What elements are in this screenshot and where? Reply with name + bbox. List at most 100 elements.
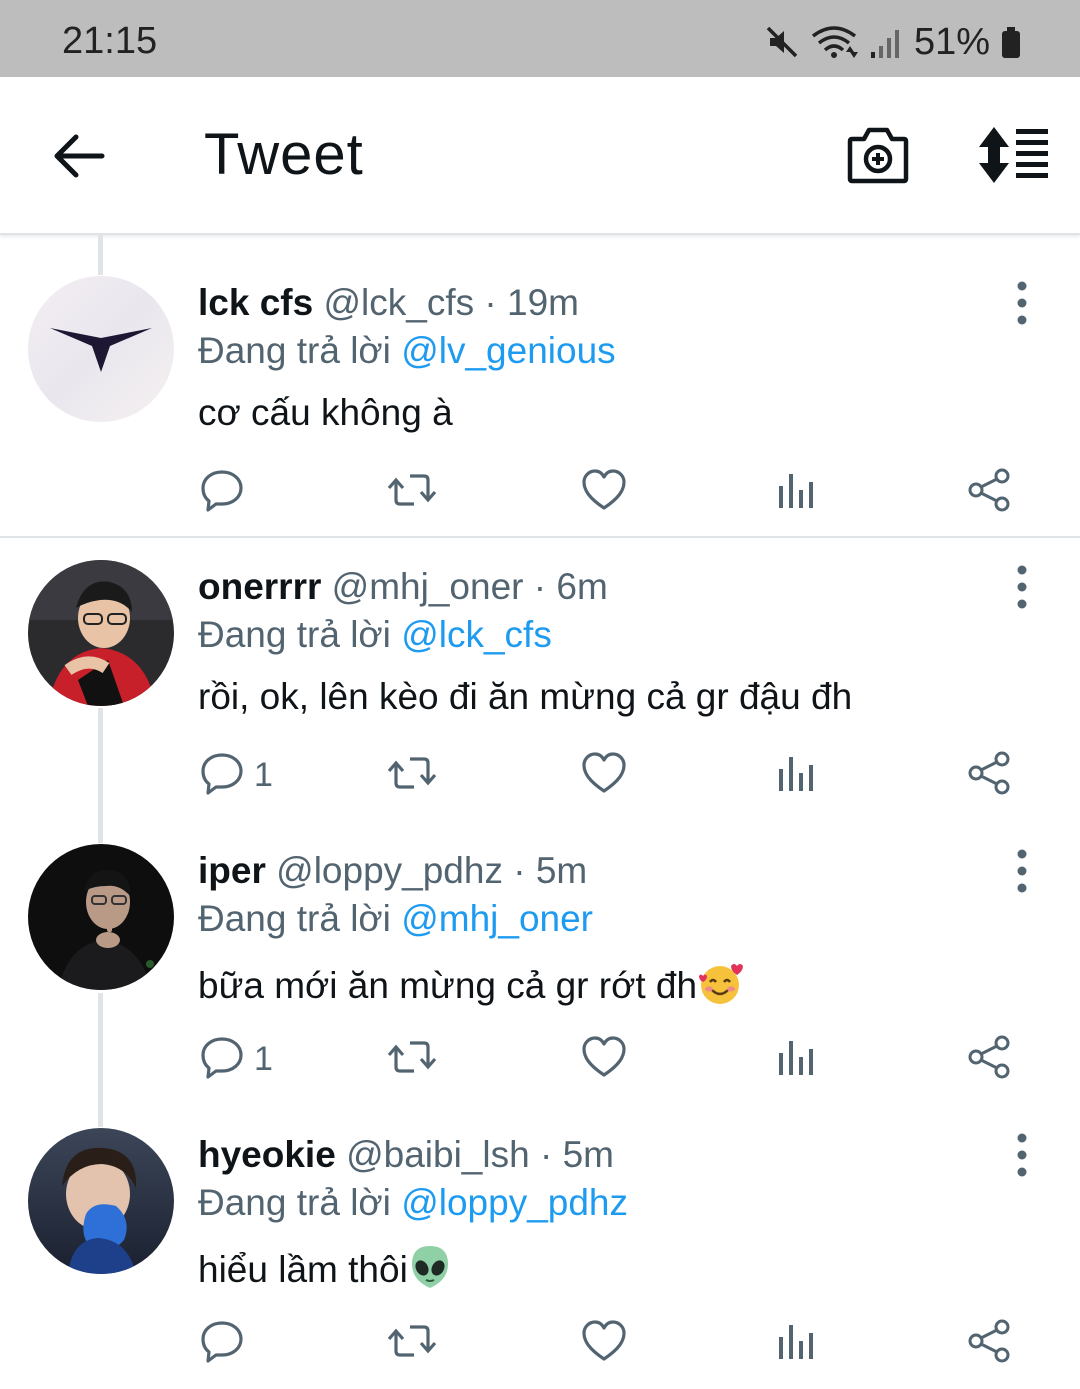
mention-link[interactable]: @mhj_oner [401,898,593,939]
share-button[interactable] [966,745,1012,805]
analytics-icon [776,1035,816,1084]
tweet-text-content: hiểu lầm thôi [198,1249,408,1290]
tweet-item[interactable]: lck cfs @lck_cfs · 19m Đang trả lời @lv_… [0,240,1080,536]
share-icon [966,468,1012,517]
share-button[interactable] [966,462,1012,522]
tweet-actions: 1 [0,1029,1080,1089]
like-button[interactable] [581,1029,627,1089]
tweet-text-content: bữa mới ăn mừng cả gr rớt đh [198,965,698,1006]
mention-link[interactable]: @lck_cfs [401,614,552,655]
reply-button[interactable]: 1 [200,745,273,805]
share-icon [966,751,1012,800]
status-icons: 51% [764,20,1022,64]
camera-plus-icon[interactable] [846,125,910,185]
alien-emoji [411,1246,448,1288]
analytics-button[interactable] [776,462,816,522]
tweet-text: rồi, ok, lên kèo đi ăn mừng cả gr đậu đh [198,676,853,717]
avatar[interactable] [28,844,174,990]
share-icon [966,1035,1012,1084]
retweet-icon [386,1319,438,1368]
reply-icon [200,468,244,517]
analytics-icon [776,1319,816,1368]
more-options-icon[interactable] [1002,846,1042,896]
mention-link[interactable]: @loppy_pdhz [401,1182,628,1223]
reply-prefix: Đang trả lời [198,330,402,371]
handle-time: @mhj_oner · 6m [321,566,608,607]
like-button[interactable] [581,462,627,522]
more-options-icon[interactable] [1002,562,1042,612]
retweet-button[interactable] [386,1313,438,1373]
mention-link[interactable]: @lv_genious [401,330,615,371]
wifi-icon [811,26,858,58]
like-button[interactable] [581,745,627,805]
replying-to: Đang trả lời @lck_cfs [198,614,552,656]
like-icon [581,1319,627,1368]
retweet-icon [386,468,438,517]
tweet-text: bữa mới ăn mừng cả gr rớt đh [198,960,744,1007]
analytics-icon [776,468,816,517]
top-app-bar: Tweet [0,77,1080,235]
display-name[interactable]: hyeokie [198,1134,336,1175]
display-name[interactable]: lck cfs [198,282,313,323]
smiling-face-with-hearts-emoji [699,964,744,1004]
tweet-header: lck cfs @lck_cfs · 19m [198,282,579,324]
handle-time: @loppy_pdhz · 5m [265,850,588,891]
replying-to: Đang trả lời @lv_genious [198,330,616,372]
retweet-button[interactable] [386,1029,438,1089]
reply-icon [200,1319,244,1368]
tweet-actions: 1 [0,745,1080,805]
like-button[interactable] [581,1313,627,1373]
reply-prefix: Đang trả lời [198,898,402,939]
replying-to: Đang trả lời @loppy_pdhz [198,1182,628,1224]
handle-time: @baibi_lsh · 5m [335,1134,614,1175]
tweet-header: iper @loppy_pdhz · 5m [198,850,587,892]
avatar[interactable] [28,560,174,706]
tweet-item[interactable]: hyeokie @baibi_lsh · 5m Đang trả lời @lo… [0,1106,1080,1389]
reply-button[interactable] [200,462,254,522]
more-options-icon[interactable] [1002,1130,1042,1180]
back-arrow-icon[interactable] [50,127,108,185]
share-button[interactable] [966,1029,1012,1089]
analytics-button[interactable] [776,745,816,805]
reply-button[interactable]: 1 [200,1029,273,1089]
page-title: Tweet [204,122,364,187]
tweet-item[interactable]: iper @loppy_pdhz · 5m Đang trả lời @mhj_… [0,822,1080,1106]
tweet-text: cơ cấu không à [198,392,453,433]
analytics-button[interactable] [776,1313,816,1373]
reply-count: 1 [254,755,273,794]
sort-icon[interactable] [976,125,1050,185]
tweet-actions [0,462,1080,522]
avatar[interactable] [28,276,174,422]
retweet-icon [386,751,438,800]
display-name[interactable]: onerrrr [198,566,321,607]
retweet-button[interactable] [386,462,438,522]
replying-to: Đang trả lời @mhj_oner [198,898,593,940]
tweet-item[interactable]: onerrrr @mhj_oner · 6m Đang trả lời @lck… [0,538,1080,822]
tweet-header: hyeokie @baibi_lsh · 5m [198,1134,614,1176]
analytics-icon [776,751,816,800]
share-icon [966,1319,1012,1368]
reply-icon [200,751,244,800]
reply-prefix: Đang trả lời [198,1182,402,1223]
reply-count: 1 [254,1039,273,1078]
reply-icon [200,1035,244,1084]
battery-icon [1002,27,1020,58]
share-button[interactable] [966,1313,1012,1373]
tweet-actions [0,1313,1080,1373]
tweet-text: hiểu lầm thôi [198,1244,452,1291]
signal-icon [870,30,899,58]
mute-icon [766,26,798,58]
display-name[interactable]: iper [198,850,266,891]
battery-percent: 51% [913,20,990,63]
handle-time: @lck_cfs · 19m [313,282,579,323]
like-icon [581,1035,627,1084]
avatar[interactable] [28,1128,174,1274]
analytics-button[interactable] [776,1029,816,1089]
status-bar: 21:15 51% [0,0,1080,77]
reply-button[interactable] [200,1313,254,1373]
more-options-icon[interactable] [1002,278,1042,328]
reply-prefix: Đang trả lời [198,614,402,655]
retweet-button[interactable] [386,745,438,805]
tweet-header: onerrrr @mhj_oner · 6m [198,566,608,608]
retweet-icon [386,1035,438,1084]
